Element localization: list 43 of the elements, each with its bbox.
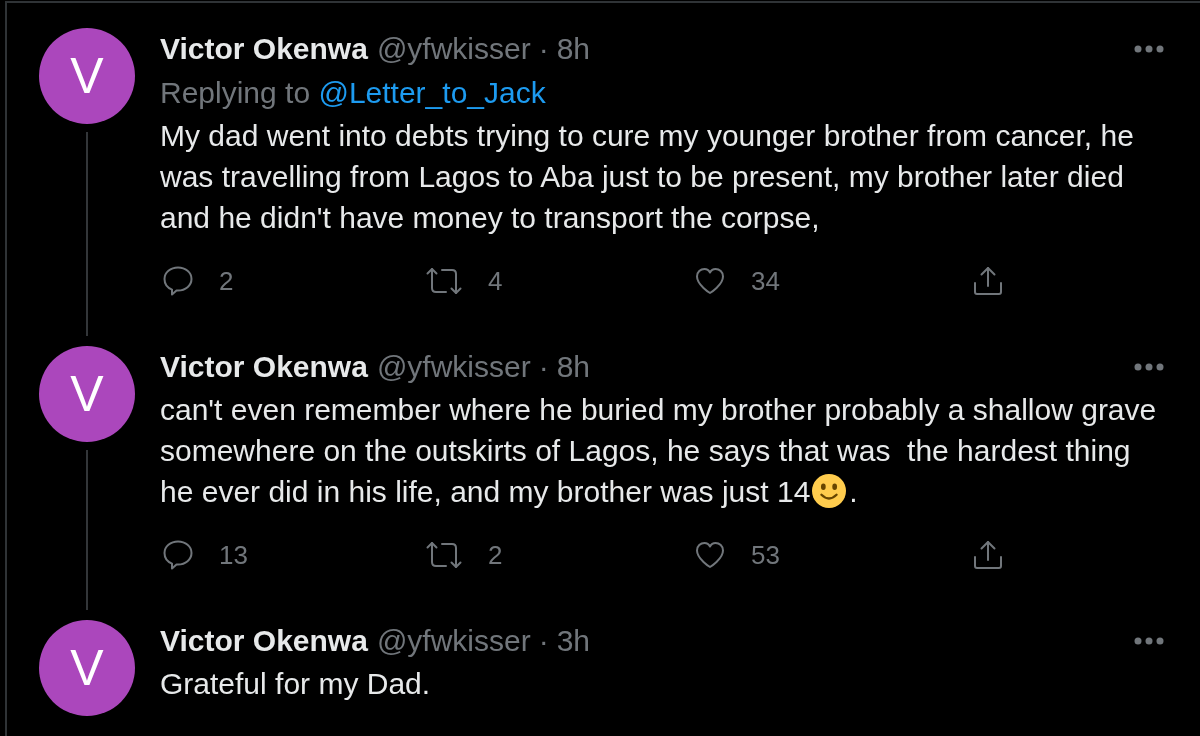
retweet-icon bbox=[426, 266, 462, 296]
reply-icon bbox=[163, 540, 193, 570]
timestamp[interactable]: 3h bbox=[556, 620, 591, 661]
author-name[interactable]: Victor Okenwa bbox=[160, 346, 368, 387]
more-icon bbox=[1134, 362, 1164, 371]
avatar[interactable]: V bbox=[39, 28, 135, 124]
separator-dot: · bbox=[538, 349, 549, 385]
retweet-icon bbox=[426, 540, 462, 570]
avatar[interactable]: V bbox=[39, 620, 135, 716]
smiley-emoji-icon bbox=[812, 474, 847, 508]
heart-icon bbox=[695, 541, 725, 569]
like-button[interactable]: 34 bbox=[695, 266, 780, 296]
author-handle[interactable]: @yfwkisser bbox=[376, 28, 531, 69]
more-icon bbox=[1134, 44, 1164, 53]
heart-icon bbox=[695, 267, 725, 295]
mention-link[interactable]: @Letter_to_Jack bbox=[318, 76, 546, 109]
retweet-button[interactable]: 2 bbox=[426, 540, 503, 570]
more-button[interactable] bbox=[1134, 362, 1164, 371]
tweet-text: can't even remember where he buried my brother probably a shallow grave somewhere on the outskirts of Lagos, he says that was the hardest thing he ever did in his life, and my brother was just 14 . bbox=[160, 392, 1158, 510]
timestamp[interactable]: 8h bbox=[556, 346, 591, 387]
reply-icon bbox=[163, 266, 193, 296]
separator-dot: · bbox=[538, 31, 549, 67]
share-icon bbox=[973, 266, 1003, 296]
timestamp[interactable]: 8h bbox=[556, 28, 591, 69]
more-icon bbox=[1134, 636, 1164, 645]
avatar[interactable]: V bbox=[39, 346, 135, 442]
share-icon bbox=[973, 540, 1003, 570]
share-button[interactable] bbox=[973, 540, 1003, 570]
more-button[interactable] bbox=[1134, 44, 1164, 53]
retweet-button[interactable]: 4 bbox=[426, 266, 503, 296]
author-name[interactable]: Victor Okenwa bbox=[160, 620, 368, 661]
author-name[interactable]: Victor Okenwa bbox=[160, 28, 368, 69]
reply-button[interactable]: 13 bbox=[163, 540, 248, 570]
like-button[interactable]: 53 bbox=[695, 540, 780, 570]
author-handle[interactable]: @yfwkisser bbox=[376, 346, 531, 387]
replying-to-text: Replying to @Letter_to_Jack bbox=[160, 75, 546, 111]
tweet-text: My dad went into debts trying to cure my younger brother from cancer, he was travelling from Lagos to Aba just to be present, my brother later died and he didn't have money to transport the corpse, bbox=[160, 118, 1135, 236]
more-button[interactable] bbox=[1134, 636, 1164, 645]
separator-dot: · bbox=[538, 623, 549, 659]
author-handle[interactable]: @yfwkisser bbox=[376, 620, 531, 661]
tweet-text: Grateful for my Dad. bbox=[160, 666, 432, 702]
share-button[interactable] bbox=[973, 266, 1003, 296]
reply-button[interactable]: 2 bbox=[163, 266, 234, 296]
